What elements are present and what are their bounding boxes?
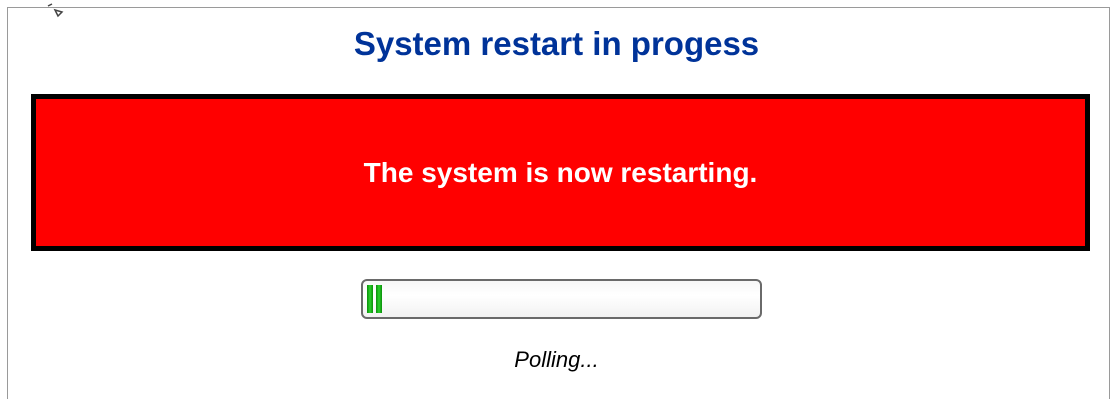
polling-status: Polling... xyxy=(514,347,599,372)
restart-alert-banner: The system is now restarting. xyxy=(31,94,1090,251)
arrow-cursor-icon xyxy=(47,3,64,18)
progress-fill xyxy=(367,285,382,313)
restart-alert-message: The system is now restarting. xyxy=(363,156,758,188)
progress-segment xyxy=(367,285,373,313)
restart-progress-bar xyxy=(361,279,762,319)
page-title: System restart in progess xyxy=(353,25,760,62)
progress-segment xyxy=(376,285,382,313)
